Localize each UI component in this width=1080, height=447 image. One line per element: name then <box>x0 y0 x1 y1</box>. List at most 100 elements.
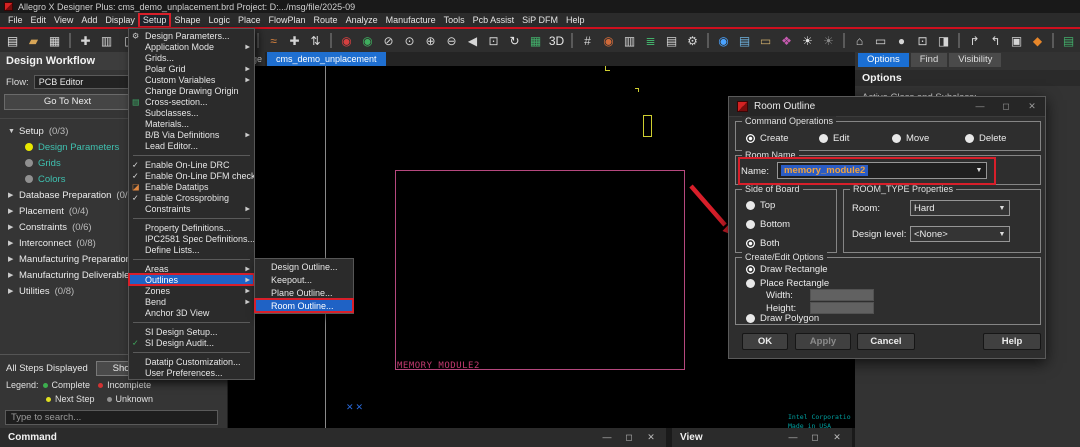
zoom-points-icon[interactable]: ⊙ <box>399 30 420 51</box>
radio-option-bottom[interactable]: Bottom <box>746 219 790 230</box>
toolbar-button[interactable] <box>1052 33 1054 48</box>
minimize-icon[interactable] <box>975 101 985 112</box>
close-icon[interactable] <box>646 432 656 443</box>
submenu-item-room-outline[interactable]: Room Outline... <box>255 299 353 312</box>
redraw-icon[interactable]: ↻ <box>504 30 525 51</box>
setup-menu-item-areas[interactable]: Areas <box>129 263 254 274</box>
setup-menu-item-ipc2581-spec-definitions[interactable]: IPC2581 Spec Definitions... <box>129 233 254 244</box>
measure-icon[interactable]: ▭ <box>755 30 776 51</box>
zoom-out-icon[interactable]: ⊖ <box>441 30 462 51</box>
setup-menu-item-polar-grid[interactable]: Polar Grid <box>129 63 254 74</box>
toolbar-button[interactable] <box>843 33 845 48</box>
zoom-center-icon[interactable]: ⊡ <box>483 30 504 51</box>
zoom-in-icon[interactable]: ⊕ <box>420 30 441 51</box>
view-3d-icon[interactable]: 3D <box>546 30 567 51</box>
menu-item-flowplan[interactable]: FlowPlan <box>265 14 310 27</box>
radio-option-draw-polygon[interactable]: Draw Polygon <box>746 313 819 324</box>
datatips-info-icon[interactable]: ▤ <box>734 30 755 51</box>
setup-menu-item-cross-section[interactable]: Cross-section... <box>129 96 254 107</box>
radio-option-edit[interactable]: Edit <box>819 133 892 144</box>
select-window-icon[interactable]: ⊡ <box>912 30 933 51</box>
menu-item-add[interactable]: Add <box>77 14 101 27</box>
submenu-item-plane-outline[interactable]: Plane Outline... <box>255 286 353 299</box>
add-connect-icon[interactable]: ≈ <box>263 30 284 51</box>
board-fit-icon[interactable]: ▦ <box>525 30 546 51</box>
menu-item-help[interactable]: Help <box>562 14 589 27</box>
setup-menu-item-design-parameters[interactable]: Design Parameters... <box>129 30 254 41</box>
setup-menu-item-enable-crossprobing[interactable]: Enable Crossprobing <box>129 192 254 203</box>
toolbar-button[interactable] <box>707 33 709 48</box>
toolbar-button[interactable] <box>958 33 960 48</box>
height-input[interactable] <box>810 302 874 314</box>
minimize-icon[interactable] <box>788 432 798 443</box>
add-rectangle-icon[interactable]: ▭ <box>870 30 891 51</box>
setup-menu-item-property-definitions[interactable]: Property Definitions... <box>129 222 254 233</box>
setup-menu-item-zones[interactable]: Zones <box>129 285 254 296</box>
copy-icon[interactable]: ▥ <box>96 30 117 51</box>
new-drawing-icon[interactable]: ▤ <box>2 30 23 51</box>
toolbar-button[interactable] <box>571 33 573 48</box>
setup-menu-item-enable-datatips[interactable]: Enable Datatips <box>129 181 254 192</box>
minimize-icon[interactable] <box>602 432 612 443</box>
setup-menu-item-subclasses[interactable]: Subclasses... <box>129 107 254 118</box>
restore-icon[interactable] <box>624 432 634 443</box>
setup-menu-item-datatip-customization[interactable]: Datatip Customization... <box>129 356 254 367</box>
search-input[interactable] <box>5 410 218 425</box>
setup-menu-item[interactable] <box>133 350 250 353</box>
dialog-button-help[interactable]: Help <box>983 333 1041 350</box>
setup-menu-item-constraints[interactable]: Constraints <box>129 203 254 214</box>
width-input[interactable] <box>810 289 874 301</box>
radio-option-create[interactable]: Create <box>746 133 819 144</box>
submenu-item-design-outline[interactable]: Design Outline... <box>255 260 353 273</box>
tab-options[interactable]: Options <box>858 53 909 67</box>
add-polygon-icon[interactable]: ⌂ <box>849 30 870 51</box>
dialog-title-bar[interactable]: Room Outline <box>729 97 1045 117</box>
color-priority-icon[interactable]: ▥ <box>619 30 640 51</box>
close-icon[interactable] <box>832 432 842 443</box>
chevron-down-icon[interactable]: ▼ <box>995 205 1009 212</box>
radio-option-both[interactable]: Both <box>746 238 790 249</box>
go-to-next-button[interactable]: Go To Next <box>4 94 131 110</box>
add-circle-icon[interactable]: ● <box>891 30 912 51</box>
chevron-down-icon[interactable]: ▼ <box>995 231 1009 238</box>
dialog-button-ok[interactable]: OK <box>742 333 788 350</box>
toolbar-button[interactable] <box>330 33 332 48</box>
room-type-combobox[interactable]: Hard ▼ <box>910 200 1010 216</box>
setup-menu-item-enable-on-line-drc[interactable]: Enable On-Line DRC <box>129 159 254 170</box>
uturn-route-icon[interactable]: ⇅ <box>305 30 326 51</box>
setup-menu-item-grids[interactable]: Grids... <box>129 52 254 63</box>
setup-menu-item[interactable] <box>133 320 250 323</box>
setup-menu-item-b-b-via-definitions[interactable]: B/B Via Definitions <box>129 129 254 140</box>
setup-menu-item-bend[interactable]: Bend <box>129 296 254 307</box>
maximize-icon[interactable] <box>1001 101 1011 112</box>
setup-menu-item-outlines[interactable]: Outlines <box>129 274 254 285</box>
menu-item-place[interactable]: Place <box>234 14 265 27</box>
save-drawing-icon[interactable]: ▦ <box>44 30 65 51</box>
route-edit-icon[interactable]: ↰ <box>985 30 1006 51</box>
reports-icon[interactable]: ▤ <box>661 30 682 51</box>
radio-option-place-rectangle[interactable]: Place Rectangle <box>746 278 829 289</box>
status-gear-icon[interactable]: ⚙ <box>682 30 703 51</box>
menu-item-analyze[interactable]: Analyze <box>342 14 382 27</box>
toolbar-button[interactable] <box>69 33 71 48</box>
shine-off-icon[interactable]: ☀ <box>818 30 839 51</box>
chart-report-icon[interactable]: ▤ <box>1058 30 1079 51</box>
tab-visibility[interactable]: Visibility <box>949 53 1001 67</box>
snapshot-icon[interactable]: ▣ <box>1006 30 1027 51</box>
dialog-button-cancel[interactable]: Cancel <box>857 333 915 350</box>
toolbar-button[interactable] <box>257 33 259 48</box>
radio-option-draw-rectangle[interactable]: Draw Rectangle <box>746 264 829 275</box>
menu-item-tools[interactable]: Tools <box>440 14 469 27</box>
radio-option-move[interactable]: Move <box>892 133 965 144</box>
setup-menu-item-anchor-3d-view[interactable]: Anchor 3D View <box>129 307 254 318</box>
drc-green-icon[interactable]: ◉ <box>357 30 378 51</box>
menu-item-sip-dfm[interactable]: SiP DFM <box>518 14 562 27</box>
invert-display-icon[interactable]: ◨ <box>933 30 954 51</box>
setup-menu-item-materials[interactable]: Materials... <box>129 118 254 129</box>
slide-icon[interactable]: ✚ <box>284 30 305 51</box>
setup-menu-item-application-mode[interactable]: Application Mode <box>129 41 254 52</box>
open-drawing-icon[interactable]: ▰ <box>23 30 44 51</box>
layers-icon[interactable]: ≣ <box>640 30 661 51</box>
menu-item-file[interactable]: File <box>4 14 27 27</box>
tab-cms-demo-unplacement[interactable]: cms_demo_unplacement <box>267 52 386 66</box>
